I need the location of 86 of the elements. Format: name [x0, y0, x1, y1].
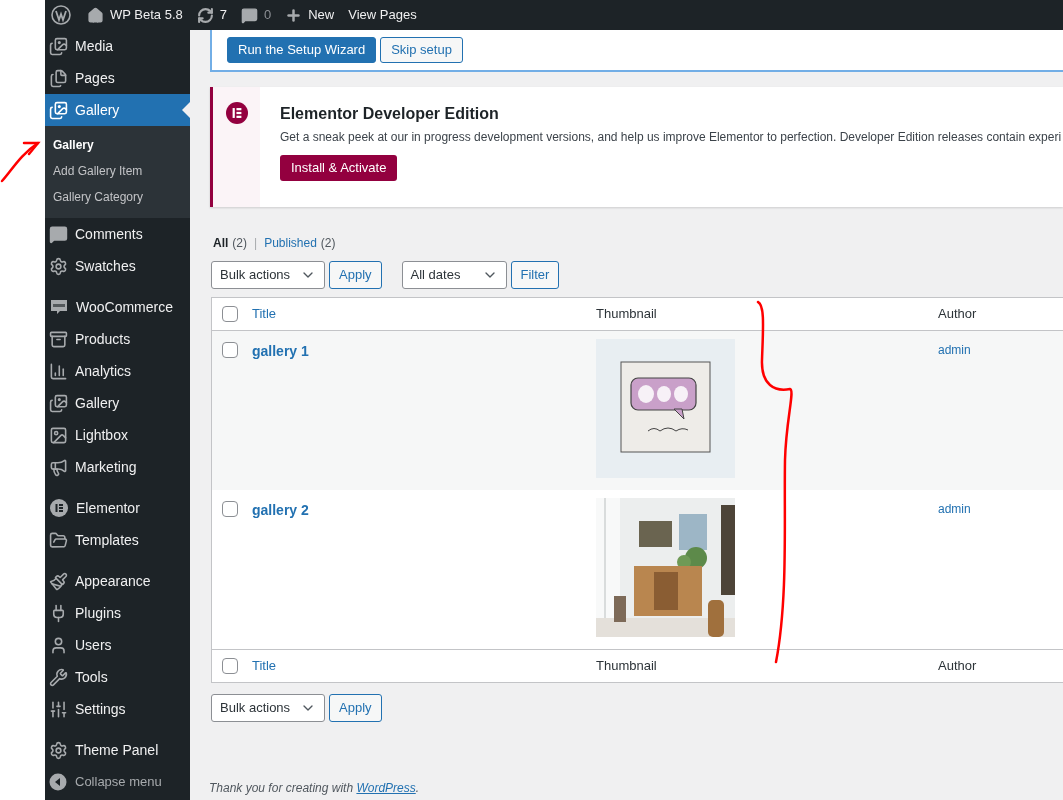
gallery-icon [49, 100, 68, 120]
speech-bubble-icon [49, 297, 69, 317]
menu-item[interactable]: Media [45, 30, 190, 62]
comments-link[interactable]: 0 [241, 5, 272, 25]
column-header-link[interactable]: Title [252, 304, 277, 324]
menu-item[interactable]: Appearance [45, 565, 190, 597]
menu-item[interactable]: Templates [45, 524, 190, 556]
dropdown[interactable]: All dates [401, 261, 507, 289]
menu-item[interactable]: WooCommerce [45, 291, 190, 323]
author-link[interactable]: admin [938, 500, 971, 518]
image-icon [49, 425, 68, 445]
submenu-item[interactable]: Add Gallery Item [45, 158, 190, 184]
filter-button[interactable]: Filter [510, 261, 560, 289]
apply-button[interactable]: Apply [329, 694, 382, 722]
column-header-link[interactable]: Title [252, 656, 277, 676]
menu-item[interactable]: Gallery [45, 387, 190, 419]
dropdown[interactable]: Bulk actions [211, 261, 325, 289]
checkbox[interactable] [222, 501, 238, 517]
notice-title: Elementor Developer Edition [280, 104, 500, 124]
refresh-icon [196, 6, 214, 24]
annotation-arrow [0, 141, 41, 183]
submenu-item[interactable]: Gallery Category [45, 184, 190, 210]
menu-item[interactable]: Plugins [45, 597, 190, 629]
footer-link[interactable]: WordPress [356, 781, 416, 795]
dropdown[interactable]: Bulk actions [211, 694, 325, 722]
home-icon [87, 6, 104, 24]
menu-item[interactable]: Theme Panel [45, 734, 190, 766]
checkbox[interactable] [222, 306, 238, 322]
megaphone-icon [49, 457, 68, 477]
media-icon [49, 36, 68, 56]
pages-icon [49, 68, 68, 88]
menu-item[interactable]: Users [45, 629, 190, 661]
collapse-icon [49, 773, 67, 791]
skip-setup-button[interactable]: Skip setup [380, 37, 463, 63]
count: (2) [232, 235, 247, 252]
view-separator: | [253, 235, 259, 252]
wrench-icon [49, 667, 68, 687]
menu-item[interactable]: Swatches [45, 250, 190, 282]
comment-icon [241, 6, 258, 24]
sliders-icon [49, 699, 68, 719]
status-filter-link[interactable]: All [213, 234, 229, 252]
apply-button[interactable]: Apply [329, 261, 382, 289]
install-activate-button[interactable]: Install & Activate [280, 155, 398, 181]
new-link[interactable]: New [285, 5, 335, 25]
checkbox[interactable] [222, 342, 238, 358]
gallery-item-link[interactable]: gallery 1 [252, 341, 309, 362]
bar-chart-icon [49, 361, 68, 381]
column-header: Thumbnail [596, 658, 657, 674]
column-header: Thumbnail [596, 306, 657, 322]
gallery-icon [49, 393, 68, 413]
checkbox[interactable] [222, 658, 238, 674]
setup-wizard-button[interactable]: Run the Setup Wizard [227, 37, 377, 63]
comment-icon [49, 224, 68, 244]
folder-icon [49, 530, 68, 550]
user-icon [49, 635, 68, 655]
plus-icon [285, 6, 303, 24]
menu-item[interactable]: Pages [45, 62, 190, 94]
submenu-item[interactable]: Gallery [45, 132, 190, 158]
notice-text: Get a sneak peek at our in progress development versions, and help us improve Elementor to perfection. Developer Edition releases contain experi [280, 129, 1062, 146]
site-name-link[interactable]: WP Beta 5.8 [87, 5, 183, 25]
column-header: Author [938, 306, 977, 322]
menu-item[interactable]: Analytics [45, 355, 190, 387]
gallery-item-link[interactable]: gallery 2 [252, 500, 309, 521]
wordpress-logo-icon[interactable] [51, 5, 71, 25]
collapse-menu-button[interactable]: Collapse menu [45, 766, 190, 798]
count: (2) [320, 235, 336, 252]
author-link[interactable]: admin [938, 341, 971, 359]
menu-item[interactable]: Settings [45, 693, 190, 725]
menu-item[interactable]: Gallery [45, 94, 190, 126]
menu-item[interactable]: Products [45, 323, 190, 355]
paintbrush-icon [49, 571, 68, 591]
gear-icon [49, 740, 68, 760]
menu-item[interactable]: Comments [45, 218, 190, 250]
column-header: Author [938, 658, 977, 674]
updates-link[interactable]: 7 [196, 5, 227, 25]
menu-item[interactable]: Tools [45, 661, 190, 693]
archive-box-icon [49, 329, 68, 349]
status-filter-link[interactable]: Published [264, 234, 317, 252]
menu-item[interactable]: Marketing [45, 451, 190, 483]
gear-icon [49, 256, 68, 276]
menu-item[interactable]: Elementor [45, 492, 190, 524]
menu-item[interactable]: Lightbox [45, 419, 190, 451]
elementor-logo-icon [226, 102, 248, 124]
footer-text: Thank you for creating with WordPress. [209, 780, 421, 797]
elementor-icon [49, 498, 69, 518]
view-pages-link[interactable]: View Pages [348, 5, 417, 25]
